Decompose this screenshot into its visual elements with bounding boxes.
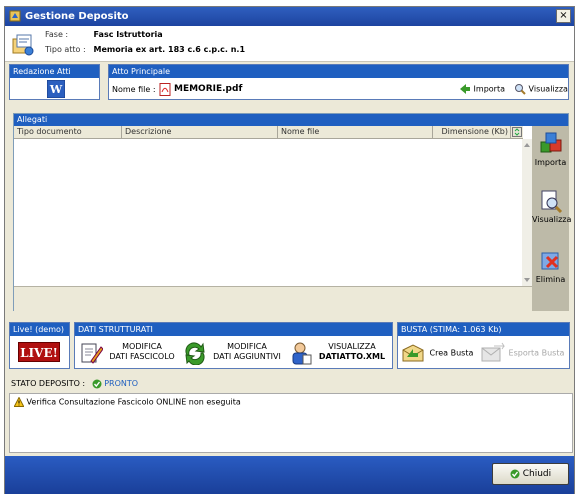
close-window-button[interactable]: ×	[556, 9, 571, 23]
allegati-panel: Allegati Tipo documento Descrizione Nome…	[13, 113, 572, 311]
allegati-title: Allegati	[14, 114, 568, 126]
message-text: Verifica Consultazione Fascicolo ONLINE …	[26, 397, 241, 407]
redazione-atti-title: Redazione Atti	[10, 65, 99, 78]
ok-check-icon	[92, 379, 102, 388]
deposit-icon	[12, 34, 34, 56]
svg-text:W: W	[49, 83, 63, 96]
nome-file-label: Nome file :	[112, 85, 156, 94]
import-cubes-icon	[540, 132, 561, 153]
tipo-atto-label: Tipo atto :	[45, 45, 86, 54]
fase-row: Fase : Fasc Istruttoria	[45, 30, 163, 39]
col-descrizione[interactable]: Descrizione	[122, 126, 278, 138]
crea-busta-button[interactable]: Crea Busta	[401, 342, 473, 364]
view-document-icon	[541, 190, 562, 213]
fase-label: Fase :	[45, 30, 69, 39]
refresh-arrows-icon	[185, 342, 205, 365]
stato-value: PRONTO	[104, 379, 139, 388]
modifica-dati-fascicolo-button[interactable]: MODIFICA DATI FASCICOLO	[79, 340, 183, 364]
view-lens-icon	[515, 84, 526, 95]
live-button[interactable]: LIVE!	[18, 342, 60, 362]
dati-strutturati-panel: DATI STRUTTURATI MODIFICA DATI FASCICOLO…	[74, 322, 393, 369]
modifica-aggiuntivi-line1: MODIFICA	[227, 342, 267, 351]
modifica-aggiuntivi-line2: DATI AGGIUNTIVI	[213, 352, 281, 361]
message-list: Verifica Consultazione Fascicolo ONLINE …	[9, 393, 573, 453]
visualizza-line1: VISUALIZZA	[328, 342, 376, 351]
allegati-delete-button[interactable]: Elimina	[532, 249, 569, 284]
scroll-up-icon[interactable]	[523, 142, 531, 148]
atto-principale-panel: Atto Principale Nome file : MEMORIE.pdf …	[108, 64, 569, 100]
visualizza-line2: DATIATTO.XML	[318, 352, 386, 361]
col-dimensione[interactable]: Dimensione (Kb)	[433, 126, 511, 138]
title-bar[interactable]: Gestione Deposito ×	[5, 7, 574, 26]
allegati-view-button[interactable]: Visualizza	[532, 189, 572, 224]
fase-value: Fasc Istruttoria	[93, 30, 163, 39]
chiudi-button[interactable]: Chiudi	[492, 463, 569, 485]
redazione-atti-panel: Redazione Atti W	[9, 64, 100, 100]
footer-bar: Chiudi	[5, 456, 574, 494]
atto-import-button[interactable]: Importa	[459, 83, 505, 95]
allegati-actions: Importa Visualizza Elimina	[532, 126, 572, 311]
stato-deposito-bar: STATO DEPOSITO : PRONTO	[5, 375, 574, 392]
esporta-busta-label: Esporta Busta	[508, 348, 565, 358]
tipo-atto-value: Memoria ex art. 183 c.6 c.p.c. n.1	[93, 45, 246, 54]
export-envelope-icon	[481, 342, 505, 362]
delete-icon	[541, 252, 558, 270]
live-panel: Live! (demo) LIVE!	[9, 322, 70, 369]
atto-import-label: Importa	[473, 84, 505, 94]
scroll-down-icon[interactable]	[523, 277, 531, 283]
import-arrow-icon	[460, 84, 470, 94]
allegati-view-label: Visualizza	[532, 215, 572, 224]
modifica-fascicolo-line2: DATI FASCICOLO	[109, 352, 175, 361]
live-panel-title: Live! (demo)	[10, 323, 69, 336]
header-info: Fase : Fasc Istruttoria Tipo atto : Memo…	[5, 26, 574, 62]
visualizza-datiatto-button[interactable]: VISUALIZZA DATIATTO.XML	[289, 340, 391, 365]
allegati-footer-bar	[14, 286, 532, 311]
column-chooser-icon[interactable]	[512, 127, 522, 137]
app-icon	[9, 10, 21, 22]
warning-icon	[13, 396, 25, 407]
busta-panel: BUSTA (STIMA: 1.063 Kb) Crea Busta Espor…	[397, 322, 570, 369]
allegati-delete-label: Elimina	[535, 275, 566, 284]
allegati-import-label: Importa	[534, 158, 567, 167]
col-tipo-documento[interactable]: Tipo documento	[14, 126, 122, 138]
chiudi-label: Chiudi	[522, 469, 552, 479]
window-title: Gestione Deposito	[25, 11, 129, 22]
edit-document-icon	[81, 343, 103, 364]
gestione-deposito-window: Gestione Deposito × Fase : Fasc Istrutto…	[4, 6, 575, 494]
allegati-table-header: Tipo documento Descrizione Nome file Dim…	[14, 126, 523, 139]
ok-check-icon	[510, 469, 520, 478]
tipo-atto-row: Tipo atto : Memoria ex art. 183 c.6 c.p.…	[45, 45, 245, 54]
dati-strutturati-title: DATI STRUTTURATI	[75, 323, 392, 336]
atto-view-label: Visualizza	[528, 84, 568, 94]
atto-principale-title: Atto Principale	[109, 65, 568, 78]
esporta-busta-button[interactable]: Esporta Busta	[480, 342, 564, 364]
modifica-dati-aggiuntivi-button[interactable]: MODIFICA DATI AGGIUNTIVI	[183, 340, 287, 365]
word-icon[interactable]: W	[47, 80, 65, 98]
stato-label: STATO DEPOSITO :	[11, 379, 86, 388]
modifica-fascicolo-line1: MODIFICA	[122, 342, 162, 351]
allegati-import-button[interactable]: Importa	[532, 132, 569, 167]
user-document-icon	[292, 342, 312, 365]
atto-view-button[interactable]: Visualizza	[514, 83, 568, 95]
crea-busta-label: Crea Busta	[429, 348, 474, 358]
pdf-icon	[159, 83, 171, 96]
atto-file-name: MEMORIE.pdf	[174, 84, 243, 94]
allegati-scrollbar[interactable]	[522, 139, 532, 286]
message-item: Verifica Consultazione Fascicolo ONLINE …	[13, 396, 568, 407]
busta-title: BUSTA (STIMA: 1.063 Kb)	[398, 323, 569, 336]
create-envelope-icon	[402, 344, 424, 362]
col-nome-file[interactable]: Nome file	[278, 126, 433, 138]
